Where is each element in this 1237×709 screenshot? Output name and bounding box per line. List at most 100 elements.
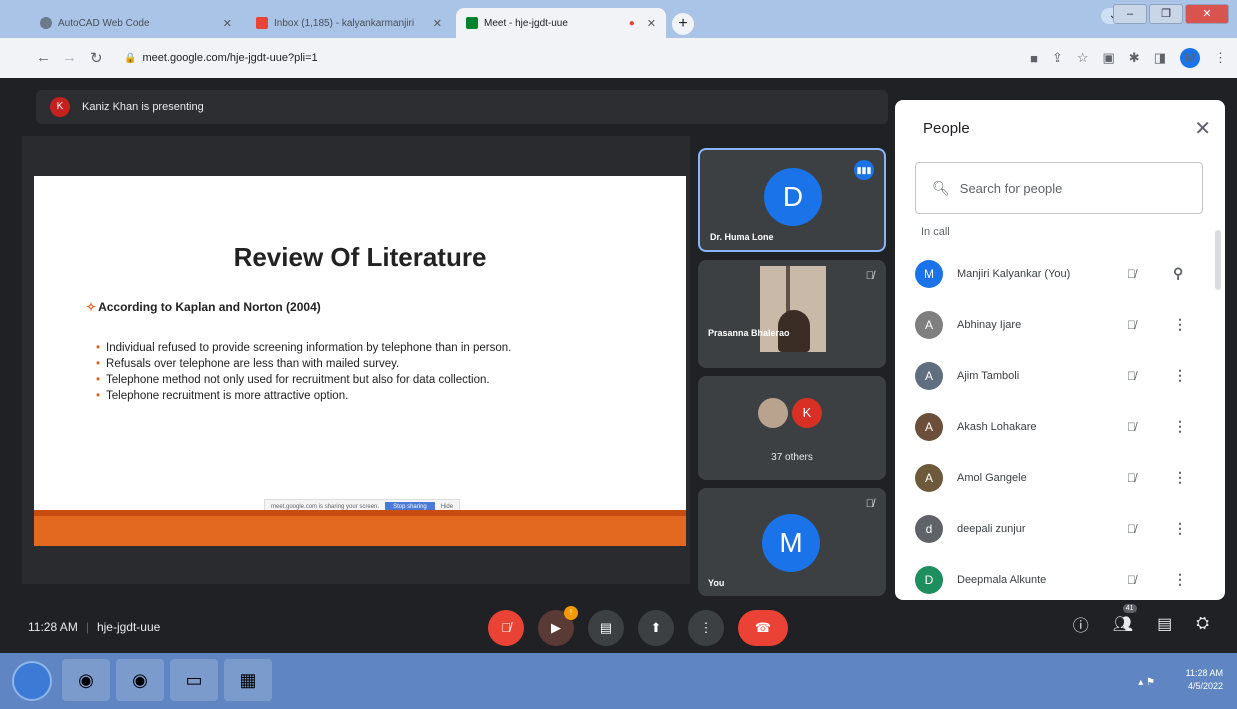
mic-off-icon: 🎙̸ [1127, 572, 1136, 587]
more-options-icon[interactable]: ⋮ [1173, 571, 1187, 588]
system-clock[interactable]: 11:28 AM 4/5/2022 [1186, 667, 1223, 693]
new-tab-button[interactable]: + [672, 13, 694, 35]
kebab-menu-icon[interactable]: ⋮ [1214, 50, 1227, 66]
people-icon[interactable]: 👥︎ 41 [1113, 604, 1137, 634]
more-options-icon[interactable]: ⋮ [1173, 469, 1187, 486]
puzzle-icon[interactable]: ✱ [1129, 50, 1140, 66]
slide-bullets: Individual refused to provide screening … [96, 342, 511, 406]
camera-feed [760, 266, 826, 352]
tab-close-icon[interactable]: ✕ [647, 17, 656, 30]
more-options-icon[interactable]: ⋮ [1173, 418, 1187, 435]
participant-count-badge: 41 [1122, 604, 1137, 613]
people-scrollbar[interactable] [1215, 230, 1221, 290]
reload-icon[interactable]: ↻ [90, 49, 103, 67]
meeting-time: 11:28 AM [28, 620, 78, 634]
info-icon[interactable]: ⓘ [1073, 612, 1089, 636]
tab-close-icon[interactable]: ✕ [433, 17, 442, 30]
slide-bullet: Telephone recruitment is more attractive… [96, 390, 511, 402]
slide-bullet: Refusals over telephone are less than wi… [96, 358, 511, 370]
window-close-button[interactable]: ✕ [1185, 4, 1229, 24]
list-item[interactable]: A Amol Gangele 🎙̸ ⋮ [915, 452, 1215, 503]
mic-toggle-button[interactable]: 🎙̸ [488, 610, 524, 646]
captions-button[interactable]: ▤ [588, 610, 624, 646]
more-options-icon[interactable]: ⋮ [1173, 316, 1187, 333]
tab-label: Meet - hje-jgdt-uue [484, 17, 568, 29]
tab-autocad[interactable]: AutoCAD Web Code ✕ [30, 8, 242, 38]
bookmark-star-icon[interactable]: ☆ [1077, 50, 1089, 66]
browser-toolbar: ■ ⇪ ☆ ▣ ✱ ◨ M ⋮ [1030, 48, 1227, 68]
avatar: M [915, 259, 943, 288]
avatar: A [915, 361, 943, 390]
more-options-button[interactable]: ⋮ [688, 610, 724, 646]
start-button[interactable] [12, 661, 52, 701]
presenting-text: Kaniz Khan is presenting [82, 101, 204, 113]
sidepanel-icon[interactable]: ◨ [1154, 50, 1166, 66]
share-icon[interactable]: ⇪ [1052, 50, 1063, 66]
chat-icon[interactable]: ▤ [1157, 614, 1172, 634]
avatar: D [915, 565, 943, 594]
tile-you[interactable]: M 🎙̸ You [698, 488, 886, 596]
participant-name: Dr. Huma Lone [710, 232, 774, 242]
activities-icon[interactable]: ⛭ [1196, 615, 1209, 633]
avatar: A [915, 463, 943, 492]
url-field[interactable]: 🔒 meet.google.com/hje-jgdt-uue?pli=1 [118, 46, 998, 70]
tab-close-icon[interactable]: ✕ [223, 17, 232, 30]
minimize-button[interactable]: – [1113, 4, 1147, 24]
tile-others[interactable]: K 37 others [698, 376, 886, 480]
more-options-icon[interactable]: ⋮ [1173, 367, 1187, 384]
list-item[interactable]: A Akash Lohakare 🎙̸ ⋮ [915, 401, 1215, 452]
tray-icons[interactable]: ▴ ⚑ [1138, 677, 1155, 688]
taskbar-app-icon[interactable]: ▦ [224, 659, 272, 701]
slide-bullet: Individual refused to provide screening … [96, 342, 511, 354]
meet-area: K Kaniz Khan is presenting Review Of Lit… [0, 78, 1237, 653]
back-icon[interactable]: ← [36, 49, 51, 66]
mic-off-icon: 🎙̸ [1127, 368, 1136, 383]
participant-name: Manjiri Kalyankar (You) [957, 267, 1071, 280]
meet-icon [466, 17, 478, 29]
address-bar: ← → ↻ 🔒 meet.google.com/hje-jgdt-uue?pli=… [0, 38, 1237, 78]
participant-avatar: D [764, 168, 822, 226]
gmail-icon [256, 17, 268, 29]
pin-icon[interactable]: ⚲ [1173, 265, 1183, 282]
list-item[interactable]: D Deepmala Alkunte 🎙̸ ⋮ [915, 554, 1215, 605]
taskbar-chrome-icon[interactable]: ◉ [62, 659, 110, 701]
camera-icon[interactable]: ■ [1030, 51, 1038, 66]
windows-taskbar: ◉ ◉ ▭ ▦ ▴ ⚑ 11:28 AM 4/5/2022 [0, 653, 1237, 709]
participant-name: Deepmala Alkunte [957, 573, 1047, 586]
taskbar-chrome-icon[interactable]: ◉ [116, 659, 164, 701]
speaking-indicator-icon: ▮▮▮ [854, 160, 874, 180]
avatar: A [915, 412, 943, 441]
list-item[interactable]: A Ajim Tamboli 🎙̸ ⋮ [915, 350, 1215, 401]
people-panel: People ✕ 🔍︎ In call M Manjiri Kalyankar … [895, 100, 1225, 600]
meeting-details: 11:28 AM | hje-jgdt-uue [28, 620, 161, 634]
tile-prasanna-bhalerao[interactable]: 🎙̸ Prasanna Bhalerao [698, 260, 886, 368]
list-item[interactable]: A Abhinay Ijare 🎙̸ ⋮ [915, 299, 1215, 350]
participant-name: Prasanna Bhalerao [708, 328, 790, 338]
participant-name: Abhinay Ijare [957, 318, 1022, 331]
window-controls: – ❐ ✕ [1113, 4, 1229, 26]
avatar: d [915, 514, 943, 543]
clock-date: 4/5/2022 [1187, 681, 1223, 691]
list-item[interactable]: M Manjiri Kalyankar (You) 🎙̸ ⚲ [915, 248, 1215, 299]
taskbar-folder-icon[interactable]: ▭ [170, 659, 218, 701]
presentation-slide: Review Of Literature ✧ According to Kapla… [34, 176, 686, 546]
list-item[interactable]: d deepali zunjur 🎙̸ ⋮ [915, 503, 1215, 554]
more-options-icon[interactable]: ⋮ [1173, 520, 1187, 537]
people-search-box[interactable]: 🔍︎ [915, 162, 1203, 214]
maximize-button[interactable]: ❐ [1149, 4, 1183, 24]
participant-name: You [708, 578, 725, 588]
people-search-input[interactable] [959, 180, 1180, 196]
tab-inbox[interactable]: Inbox (1,185) - kalyankarmanjiri ✕ [246, 8, 452, 38]
presenter-avatar: K [50, 97, 70, 117]
close-icon[interactable]: ✕ [1194, 116, 1211, 141]
tab-favicon-icon [40, 17, 52, 29]
present-screen-button[interactable]: ⬆ [638, 610, 674, 646]
forward-icon[interactable]: → [62, 49, 77, 66]
recording-dot-icon: ● [628, 17, 635, 29]
tab-meet[interactable]: Meet - hje-jgdt-uue ● ✕ [456, 8, 666, 38]
camera-toggle-button[interactable]: ▶︎! [538, 606, 578, 646]
tile-dr-huma-lone[interactable]: D ▮▮▮ Dr. Huma Lone [698, 148, 886, 252]
profile-avatar[interactable]: M [1180, 48, 1200, 68]
leave-call-button[interactable]: ☎ [738, 610, 788, 646]
extension-icon[interactable]: ▣ [1103, 50, 1115, 66]
